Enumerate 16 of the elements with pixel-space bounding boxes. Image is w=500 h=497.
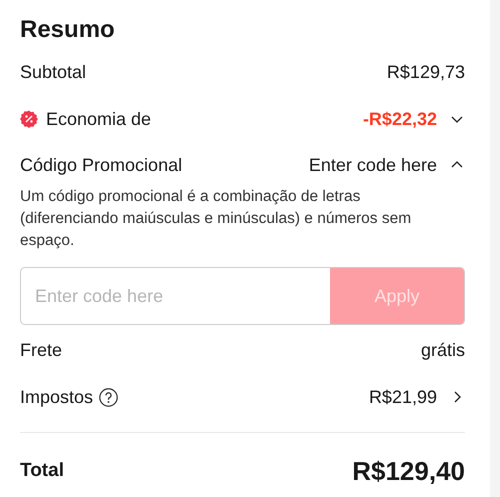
summary-title: Resumo bbox=[20, 15, 116, 45]
subtotal-label: Subtotal bbox=[20, 60, 86, 84]
total-value: R$129,40 bbox=[352, 454, 465, 488]
shipping-label: Frete bbox=[20, 338, 62, 362]
savings-value: -R$22,32 bbox=[362, 108, 437, 130]
promo-code-description: Um código promocional é a combinação de letras (diferenciando maiúsculas e minúsculas) e números sem espaço. bbox=[20, 187, 412, 251]
subtotal-value: R$129,73 bbox=[386, 60, 465, 84]
total-label: Total bbox=[20, 458, 64, 483]
promo-code-label: Código Promocional bbox=[20, 154, 182, 177]
taxes-label: Impostos bbox=[20, 386, 94, 409]
discount-badge-icon bbox=[20, 110, 38, 128]
taxes-value: R$21,99 bbox=[368, 386, 437, 408]
shipping-value: grátis bbox=[420, 338, 465, 362]
promo-code-value: Enter code here bbox=[308, 154, 437, 176]
savings-label: Economia de bbox=[46, 108, 152, 130]
help-icon[interactable] bbox=[99, 388, 118, 406]
